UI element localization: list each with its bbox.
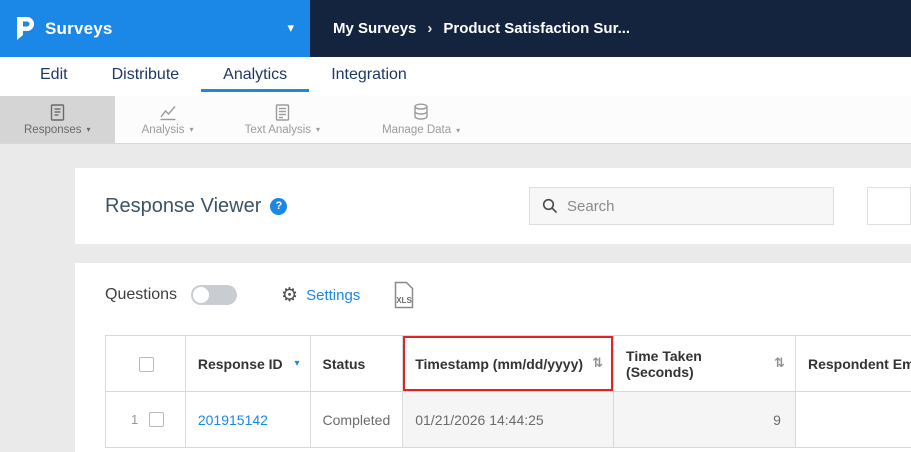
column-response-id[interactable]: Response ID ▾ bbox=[184, 335, 311, 392]
column-status[interactable]: Status bbox=[309, 335, 404, 392]
analytics-toolbar: Responses ▾ Analysis ▾ Text Analysis ▾ M… bbox=[0, 96, 911, 144]
text-analysis-icon bbox=[274, 103, 291, 121]
toolbar-item-label: Responses bbox=[24, 123, 82, 136]
select-all-cell bbox=[105, 335, 186, 392]
breadcrumb: My Surveys › Product Satisfaction Sur... bbox=[310, 0, 911, 57]
chevron-down-icon: ▾ bbox=[316, 125, 321, 134]
page-title-text: Response Viewer bbox=[105, 194, 262, 217]
breadcrumb-separator-icon: › bbox=[427, 20, 433, 37]
chevron-down-icon: ▾ bbox=[189, 125, 194, 134]
search-input[interactable] bbox=[567, 197, 821, 215]
response-viewer-body: Questions ⚙ Settings XLS Response ID ▾ S… bbox=[75, 263, 911, 452]
toolbar-item-label: Text Analysis bbox=[244, 123, 312, 136]
toolbar-item-manage-data[interactable]: Manage Data ▾ bbox=[358, 96, 484, 143]
database-icon bbox=[412, 103, 430, 121]
toolbar-item-analysis[interactable]: Analysis ▾ bbox=[115, 96, 221, 143]
brand-name: Surveys bbox=[45, 18, 113, 38]
viewer-controls: Questions ⚙ Settings XLS bbox=[105, 281, 911, 309]
column-respondent-email[interactable]: Respondent Em ⇅ bbox=[794, 335, 911, 392]
row-number: 1 bbox=[131, 412, 139, 427]
svg-text:XLS: XLS bbox=[397, 296, 413, 305]
column-label: Status bbox=[322, 355, 366, 372]
table-header-row: Response ID ▾ Status Timestamp (mm/dd/yy… bbox=[105, 335, 911, 392]
column-label: Timestamp (mm/dd/yyyy) bbox=[415, 355, 584, 372]
tab-distribute[interactable]: Distribute bbox=[90, 61, 202, 92]
page-title: Response Viewer ? bbox=[105, 194, 288, 218]
toolbar-item-label: Analysis bbox=[141, 123, 185, 136]
select-all-checkbox[interactable] bbox=[138, 356, 154, 372]
row-select-cell: 1 bbox=[105, 391, 186, 448]
timestamp-cell: 01/21/2026 14:44:25 bbox=[402, 391, 615, 448]
column-label: Respondent Em bbox=[807, 355, 911, 372]
brand-dropdown-caret-icon[interactable]: ▾ bbox=[287, 21, 294, 36]
filter-caret-icon[interactable]: ▾ bbox=[295, 358, 300, 369]
response-id-link[interactable]: 201915142 bbox=[198, 412, 268, 428]
chevron-down-icon: ▾ bbox=[86, 125, 91, 134]
analysis-chart-icon bbox=[159, 104, 177, 121]
product-switcher[interactable]: Surveys ▾ bbox=[0, 0, 310, 57]
sort-icon[interactable]: ⇅ bbox=[774, 356, 785, 371]
help-icon[interactable]: ? bbox=[270, 197, 288, 215]
time-taken-cell: 9 bbox=[613, 391, 796, 448]
search-box bbox=[529, 187, 834, 225]
column-label: Time Taken (Seconds) bbox=[626, 347, 702, 380]
response-id-cell: 201915142 bbox=[184, 391, 311, 448]
respondent-email-cell bbox=[794, 391, 911, 448]
status-cell: Completed bbox=[309, 391, 404, 448]
main-nav: Edit Distribute Analytics Integration bbox=[0, 57, 911, 96]
gear-icon[interactable]: ⚙ bbox=[281, 285, 298, 305]
tab-integration[interactable]: Integration bbox=[309, 61, 429, 92]
responses-table: Response ID ▾ Status Timestamp (mm/dd/yy… bbox=[105, 335, 911, 448]
table-row: 1 201915142 Completed 01/21/2026 14:44:2… bbox=[105, 391, 911, 448]
response-viewer-header: Response Viewer ? bbox=[75, 168, 911, 244]
chevron-down-icon: ▾ bbox=[456, 125, 461, 135]
toggle-knob bbox=[193, 287, 210, 303]
tab-edit[interactable]: Edit bbox=[18, 61, 90, 92]
settings-link[interactable]: Settings bbox=[306, 287, 360, 304]
column-time-taken[interactable]: Time Taken (Seconds) ⇅ bbox=[613, 335, 796, 392]
app-window: Surveys ▾ My Surveys › Product Satisfact… bbox=[0, 0, 911, 452]
questions-label: Questions bbox=[105, 286, 178, 303]
top-header: Surveys ▾ My Surveys › Product Satisfact… bbox=[0, 0, 911, 57]
toolbar-item-label: Manage Data bbox=[382, 124, 452, 136]
row-checkbox[interactable] bbox=[149, 412, 165, 427]
breadcrumb-current: Product Satisfaction Sur... bbox=[443, 20, 631, 37]
tab-analytics[interactable]: Analytics bbox=[201, 61, 310, 92]
toolbar-item-text-analysis[interactable]: Text Analysis ▾ bbox=[221, 96, 345, 143]
brand-logo-icon bbox=[14, 17, 35, 40]
content-area: Response Viewer ? Questions ⚙ Settings bbox=[0, 144, 911, 452]
column-timestamp[interactable]: Timestamp (mm/dd/yyyy) ⇅ bbox=[402, 335, 615, 392]
truncated-right-control[interactable] bbox=[867, 187, 911, 225]
search-icon bbox=[542, 198, 558, 214]
sort-icon[interactable]: ⇅ bbox=[592, 356, 603, 371]
xls-export-icon[interactable]: XLS bbox=[392, 281, 416, 309]
questions-toggle[interactable] bbox=[191, 285, 238, 305]
toolbar-item-responses[interactable]: Responses ▾ bbox=[0, 96, 115, 143]
breadcrumb-parent[interactable]: My Surveys bbox=[333, 20, 416, 37]
responses-icon bbox=[48, 103, 67, 121]
column-label: Response ID bbox=[197, 355, 283, 372]
